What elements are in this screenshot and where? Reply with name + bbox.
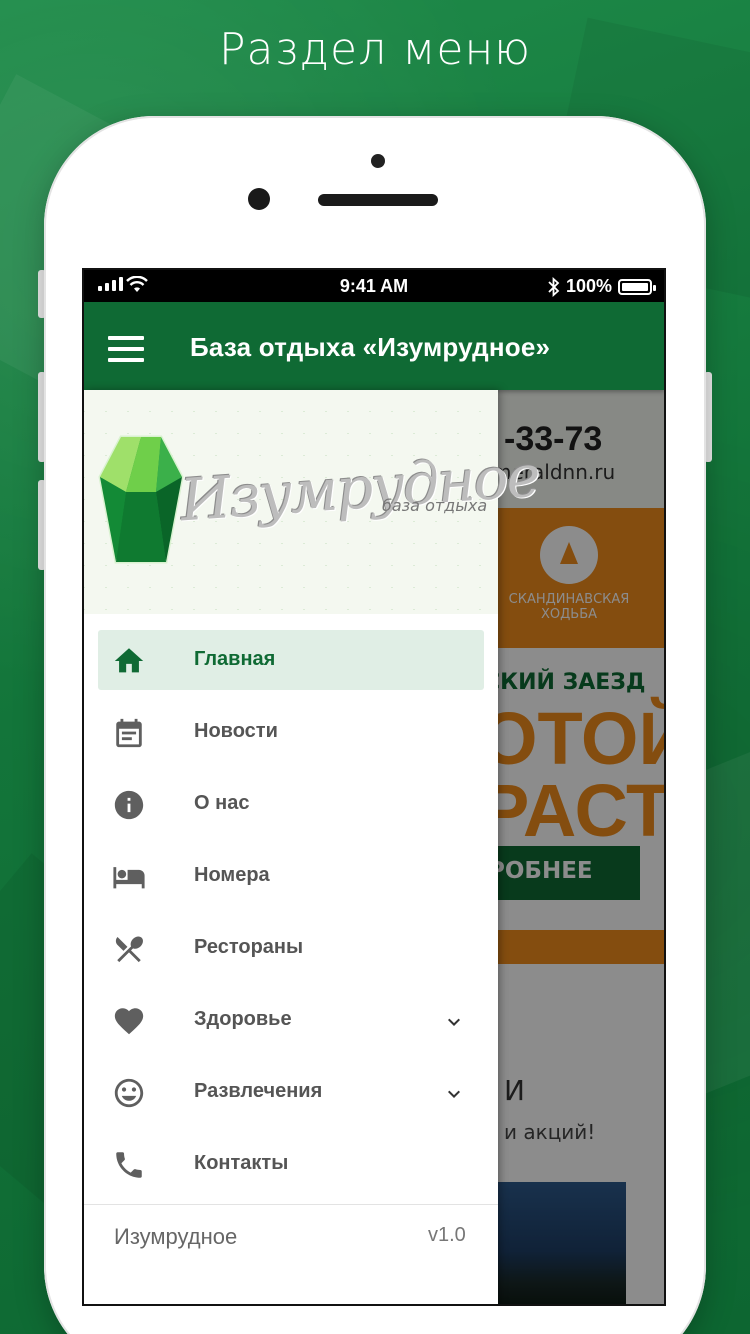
menu-item-label: Развлечения bbox=[194, 1080, 323, 1102]
menu-item-news[interactable]: Новости bbox=[84, 702, 498, 774]
menu-item-label: Номера bbox=[194, 864, 270, 886]
phone-screen: 9:41 AM 100% База отдыха «Изумрудное» -3… bbox=[82, 268, 666, 1306]
chevron-down-icon[interactable] bbox=[442, 1082, 466, 1106]
phone-speaker bbox=[318, 194, 438, 206]
battery-icon bbox=[618, 278, 656, 295]
logo-script: Изумрудное bbox=[178, 441, 541, 535]
smiley-icon bbox=[114, 1078, 144, 1108]
menu-icon[interactable] bbox=[108, 336, 144, 362]
app-bar: База отдыха «Изумрудное» bbox=[84, 302, 664, 390]
status-right: 100% bbox=[548, 276, 656, 297]
chevron-down-icon[interactable] bbox=[442, 1010, 466, 1034]
drawer-divider bbox=[84, 1204, 498, 1205]
drawer-footer-name: Изумрудное bbox=[114, 1224, 238, 1249]
menu-item-entertainment[interactable]: Развлечения bbox=[84, 1062, 498, 1134]
menu-item-label: Новости bbox=[194, 720, 278, 742]
menu-item-about[interactable]: О нас bbox=[84, 774, 498, 846]
drawer-header: Изумрудное база отдыха bbox=[84, 390, 541, 614]
calendar-icon bbox=[116, 718, 142, 748]
menu-item-contacts[interactable]: Контакты bbox=[84, 1134, 498, 1206]
menu-item-home[interactable]: Главная bbox=[84, 630, 498, 702]
menu-item-rooms[interactable]: Номера bbox=[84, 846, 498, 918]
cutlery-icon bbox=[115, 936, 143, 963]
promo-title: Раздел меню bbox=[218, 24, 532, 75]
emerald-logo-icon bbox=[98, 435, 184, 564]
app-title: База отдыха «Изумрудное» bbox=[190, 332, 551, 362]
menu-item-label: Рестораны bbox=[194, 936, 304, 958]
home-icon bbox=[114, 648, 144, 673]
menu-item-label: Главная bbox=[194, 648, 276, 670]
drawer-menu: Главная Новости О нас Номера Рестораны З… bbox=[84, 630, 498, 1206]
menu-item-label: Здоровье bbox=[194, 1008, 292, 1030]
heart-icon bbox=[114, 1008, 144, 1035]
bluetooth-icon bbox=[548, 276, 560, 297]
logo-subtitle: база отдыха bbox=[382, 496, 488, 515]
navigation-drawer: Изумрудное база отдыха Главная Новости О… bbox=[84, 390, 541, 1304]
status-bar: 9:41 AM 100% bbox=[84, 270, 664, 302]
battery-percent: 100% bbox=[565, 276, 612, 296]
menu-item-label: О нас bbox=[194, 792, 250, 814]
bed-icon bbox=[113, 867, 145, 889]
phone-icon bbox=[116, 1152, 142, 1178]
phone-sensor bbox=[371, 154, 385, 168]
app-version: v1.0 bbox=[428, 1224, 466, 1246]
menu-item-health[interactable]: Здоровье bbox=[84, 990, 498, 1062]
menu-item-label: Контакты bbox=[194, 1152, 289, 1174]
menu-item-restaurants[interactable]: Рестораны bbox=[84, 918, 498, 990]
info-icon bbox=[114, 790, 144, 820]
phone-front-camera bbox=[248, 188, 270, 210]
